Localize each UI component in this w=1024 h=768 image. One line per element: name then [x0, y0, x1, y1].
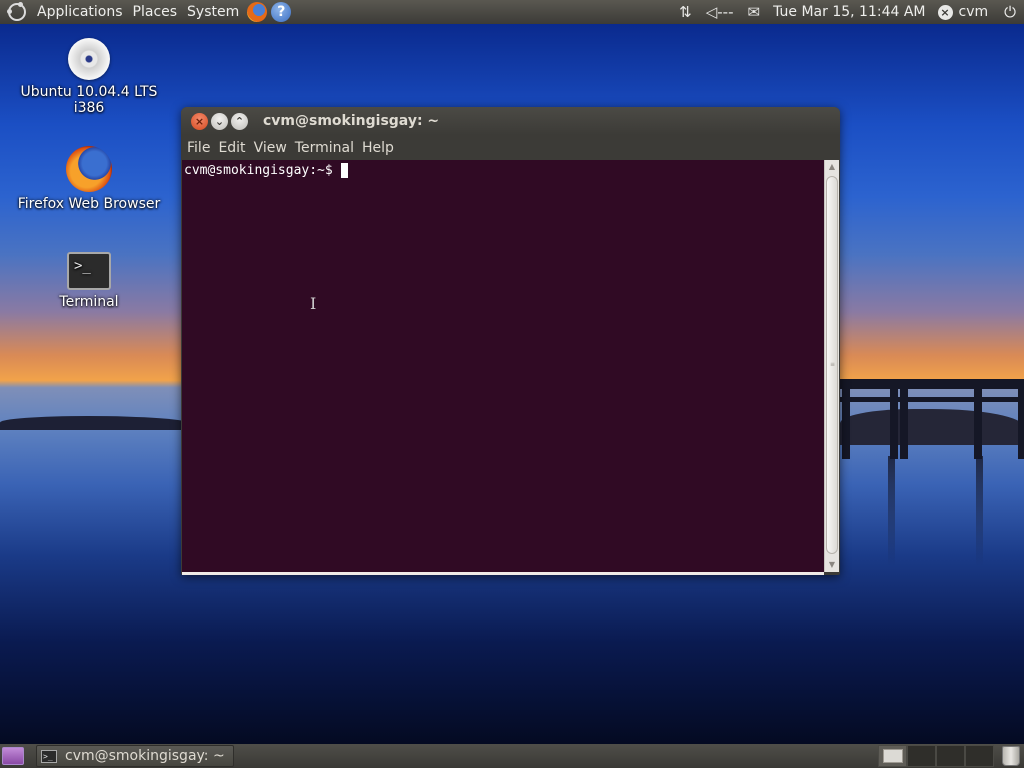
wallpaper-island [0, 416, 190, 430]
firefox-icon[interactable] [247, 2, 268, 22]
desktop-icon-terminal[interactable]: >_ Terminal [14, 252, 164, 310]
network-icon[interactable]: ⇅ [679, 3, 692, 21]
window-close-button[interactable]: × [191, 112, 208, 130]
bottom-panel: >_ cvm@smokingisgay: ~ [0, 744, 1024, 768]
menu-view[interactable]: View [250, 140, 291, 156]
pier-reflection [976, 456, 983, 566]
volume-icon[interactable]: ◁--- [706, 3, 734, 21]
user-status-icon: × [937, 4, 953, 20]
desktop-icon-firefox[interactable]: Firefox Web Browser [14, 146, 164, 212]
menu-places[interactable]: Places [128, 0, 183, 24]
scroll-grip-icon: ≡ [830, 361, 836, 368]
window-bottom-edge [182, 572, 824, 575]
desktop-icon-label: Ubuntu 10.04.4 LTS [20, 84, 158, 100]
workspace-2[interactable] [907, 745, 936, 767]
menu-system[interactable]: System [182, 0, 244, 24]
terminal-output[interactable]: cvm@smokingisgay:~$ I [182, 160, 824, 572]
prompt-line: cvm@smokingisgay:~$ [184, 162, 822, 179]
power-icon[interactable]: ⏻ [1004, 3, 1016, 21]
wallpaper-pier [840, 379, 1024, 459]
pier-rail [840, 397, 1024, 402]
terminal-window: × ⌄ ⌃ cvm@smokingisgay: ~ File Edit View… [181, 107, 840, 575]
menu-help[interactable]: Help [358, 140, 398, 156]
mail-icon[interactable]: ✉ [748, 3, 761, 21]
menu-edit[interactable]: Edit [214, 140, 249, 156]
pier-reflection [888, 456, 895, 566]
shell-prompt: cvm@smokingisgay:~$ [184, 163, 333, 178]
menu-applications[interactable]: Applications [32, 0, 128, 24]
user-menu[interactable]: × cvm [937, 4, 989, 20]
top-panel-menus: Applications Places System ? [0, 0, 292, 24]
terminal-scrollbar[interactable]: ▲ ≡ ▼ [824, 160, 839, 572]
window-maximize-button[interactable]: ⌃ [231, 112, 248, 130]
mouse-ibeam-cursor-icon: I [310, 294, 317, 313]
terminal-icon: >_ [41, 749, 57, 763]
desktop-icon-label: Firefox Web Browser [17, 196, 161, 212]
user-name: cvm [958, 4, 989, 20]
window-minimize-button[interactable]: ⌄ [211, 112, 228, 130]
pier-post [900, 379, 908, 459]
scroll-down-icon[interactable]: ▼ [825, 558, 839, 572]
cd-disc-icon [68, 38, 110, 80]
text-cursor [340, 163, 348, 178]
top-panel-indicators: ⇅ ◁--- ✉ Tue Mar 15, 11:44 AM × cvm ⏻ [672, 0, 1024, 24]
top-panel: Applications Places System ? ⇅ ◁--- ✉ Tu… [0, 0, 1024, 24]
show-desktop-button[interactable] [2, 747, 24, 765]
desktop-icon-ubuntu-cd[interactable]: Ubuntu 10.04.4 LTS i386 [14, 38, 164, 116]
scroll-thumb[interactable]: ≡ [826, 176, 838, 554]
workspace-window-thumbnail [882, 749, 903, 763]
menu-file[interactable]: File [183, 140, 214, 156]
clock[interactable]: Tue Mar 15, 11:44 AM [773, 4, 925, 20]
taskbar-item-label: cvm@smokingisgay: ~ [65, 748, 225, 764]
menu-terminal[interactable]: Terminal [291, 140, 358, 156]
pier-post [1018, 379, 1024, 459]
pier-deck [840, 379, 1024, 389]
ubuntu-logo-icon[interactable] [7, 2, 26, 21]
firefox-icon [66, 146, 112, 192]
help-icon[interactable]: ? [271, 2, 292, 22]
workspace-1[interactable] [878, 745, 907, 767]
window-titlebar[interactable]: × ⌄ ⌃ cvm@smokingisgay: ~ [181, 107, 840, 135]
window-menubar: File Edit View Terminal Help [181, 135, 840, 160]
trash-icon[interactable] [1002, 746, 1020, 766]
terminal-icon: >_ [67, 252, 111, 290]
pier-post [890, 379, 898, 459]
window-title: cvm@smokingisgay: ~ [263, 113, 440, 129]
pier-post [974, 379, 982, 459]
pier-post [842, 379, 850, 459]
scroll-up-icon[interactable]: ▲ [825, 160, 839, 174]
workspace-3[interactable] [936, 745, 965, 767]
workspace-4[interactable] [965, 745, 994, 767]
workspace-switcher [878, 745, 994, 767]
taskbar-item-terminal[interactable]: >_ cvm@smokingisgay: ~ [36, 745, 234, 767]
desktop-icon-label: i386 [73, 100, 105, 116]
desktop-icon-label: Terminal [59, 294, 119, 310]
